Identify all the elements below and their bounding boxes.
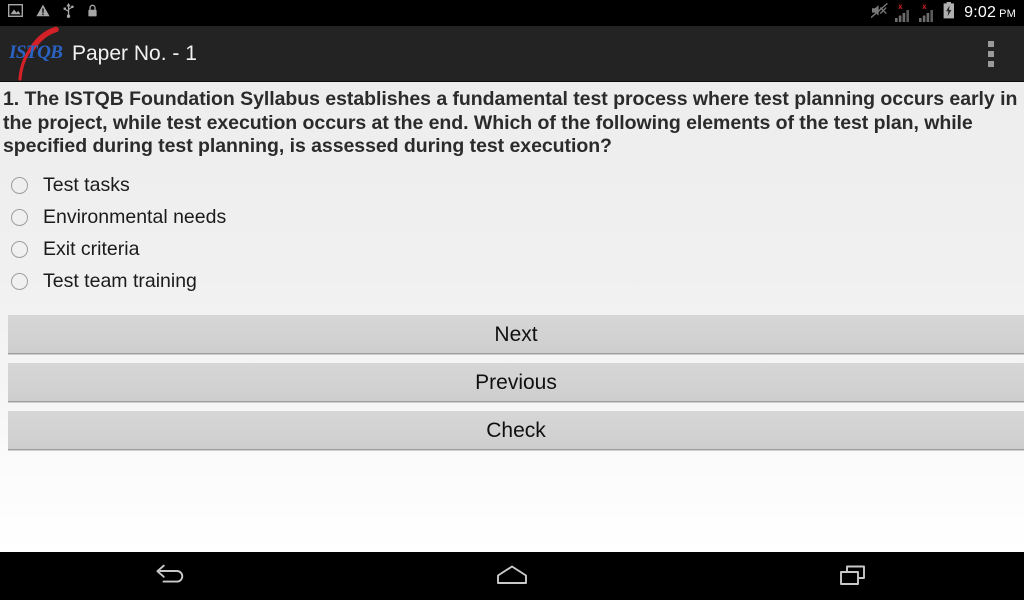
navigation-bar	[0, 552, 1024, 600]
question-text: 1. The ISTQB Foundation Syllabus establi…	[3, 88, 1018, 158]
option-label: Test tasks	[43, 174, 130, 197]
clock-time: 9:02	[964, 3, 997, 21]
overflow-dot	[988, 50, 994, 57]
battery-charging-icon	[943, 2, 955, 24]
overflow-dot	[988, 40, 994, 47]
clock-ampm: PM	[999, 7, 1016, 20]
radio-button[interactable]	[11, 240, 28, 258]
volume-muted-icon	[870, 2, 888, 23]
nav-home-icon[interactable]	[341, 552, 682, 600]
warning-icon	[36, 4, 50, 22]
answer-options: Test tasks Environmental needs Exit crit…	[0, 169, 1024, 297]
screenshot-icon	[7, 3, 24, 22]
istqb-logo-text: ISTQB	[9, 41, 63, 63]
nav-recents-icon[interactable]	[683, 552, 1024, 600]
status-bar: x x 9:02 PM	[0, 0, 1024, 26]
option-row[interactable]: Test tasks	[0, 169, 1024, 201]
signal-bars-no-service-1: x	[895, 3, 912, 22]
option-label: Environmental needs	[43, 206, 227, 229]
radio-button[interactable]	[11, 176, 28, 194]
option-row[interactable]: Environmental needs	[0, 201, 1024, 233]
radio-button[interactable]	[11, 208, 28, 226]
quiz-buttons: Next Previous Check	[0, 315, 1024, 451]
overflow-dot	[988, 60, 994, 67]
check-button[interactable]: Check	[8, 411, 1024, 451]
istqb-logo: ISTQB	[9, 26, 71, 82]
previous-button[interactable]: Previous	[8, 363, 1024, 403]
overflow-menu-icon[interactable]	[968, 26, 1014, 82]
status-bar-clock: 9:02 PM	[964, 3, 1016, 22]
radio-button[interactable]	[11, 272, 28, 290]
nav-back-icon[interactable]	[0, 552, 341, 600]
signal-bars-no-service-2: x	[919, 3, 936, 22]
status-bar-right-icons: x x 9:02 PM	[870, 0, 1016, 26]
action-bar: ISTQB Paper No. - 1	[0, 26, 1024, 82]
option-row[interactable]: Test team training	[0, 265, 1024, 297]
option-label: Exit criteria	[43, 238, 140, 261]
android-screen: x x 9:02 PM ISTQB Paper No. - 1 1. The I…	[0, 0, 1024, 600]
next-button[interactable]: Next	[8, 315, 1024, 355]
option-label: Test team training	[43, 270, 197, 293]
usb-icon	[63, 3, 74, 23]
option-row[interactable]: Exit criteria	[0, 233, 1024, 265]
quiz-content: 1. The ISTQB Foundation Syllabus establi…	[0, 82, 1024, 552]
lock-icon	[87, 4, 98, 22]
page-title: Paper No. - 1	[72, 41, 197, 65]
